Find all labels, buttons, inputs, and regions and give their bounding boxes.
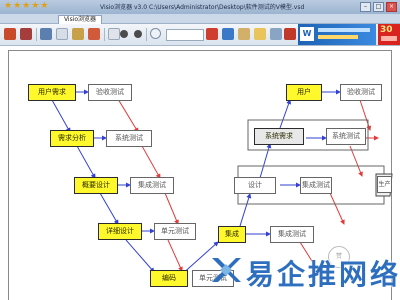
rating-stars: ★ ★ ★ ★ ★: [4, 2, 48, 11]
node-right-4[interactable]: 集成: [218, 226, 246, 243]
print-icon[interactable]: [20, 28, 32, 40]
ad-logo: W: [300, 27, 314, 41]
star-icon: ★: [31, 1, 40, 11]
node-test-left-1[interactable]: 验收测试: [88, 84, 132, 101]
tab-document[interactable]: Visio浏览器: [58, 15, 102, 24]
ad-text-line: [318, 28, 370, 32]
maximize-button[interactable]: □: [373, 2, 384, 12]
find-next-icon[interactable]: [206, 28, 218, 40]
ad-banner[interactable]: W: [298, 24, 376, 45]
ad-badge[interactable]: 30: [378, 24, 400, 45]
window-controls: – □ ×: [360, 2, 397, 12]
node-right-stub[interactable]: 生产: [377, 176, 392, 193]
ad-badge-number: 30: [380, 25, 393, 35]
watermark: 易企推网络: [210, 246, 400, 296]
node-right-3[interactable]: 设计: [234, 177, 276, 194]
toolbar-separator: [146, 28, 147, 41]
fit-width-icon[interactable]: [88, 28, 100, 40]
node-left-1[interactable]: 用户需求: [28, 84, 76, 101]
node-left-2[interactable]: 需求分析: [50, 130, 94, 147]
star-icon: ★: [13, 1, 22, 11]
search-icon[interactable]: [150, 28, 161, 39]
node-test-right-2[interactable]: 系统测试: [326, 128, 366, 145]
ad-text-line: [318, 35, 358, 39]
node-left-4[interactable]: 详细设计: [98, 223, 142, 240]
node-test-right-1[interactable]: 验收测试: [340, 84, 382, 101]
page-setup-icon[interactable]: [56, 28, 68, 40]
page-view-icon[interactable]: [254, 28, 266, 40]
close-button[interactable]: ×: [386, 2, 397, 12]
thumbnail-icon[interactable]: [270, 28, 282, 40]
node-test-right-4[interactable]: 集成测试: [270, 226, 314, 243]
app-window: ★ ★ ★ ★ ★ Visio浏览器 v3.0 C:\Users\Adminis…: [0, 0, 400, 300]
toolbar-separator: [36, 28, 37, 41]
minimize-button[interactable]: –: [360, 2, 371, 12]
node-test-left-4[interactable]: 单元测试: [154, 223, 196, 240]
node-right-1[interactable]: 用户: [286, 84, 322, 101]
star-icon: ★: [22, 1, 31, 11]
title-bar: ★ ★ ★ ★ ★ Visio浏览器 v3.0 C:\Users\Adminis…: [0, 0, 400, 15]
watermark-text: 易企推网络: [246, 258, 400, 291]
node-test-left-3[interactable]: 集成测试: [130, 177, 174, 194]
open-icon[interactable]: [4, 28, 16, 40]
prev-page-icon[interactable]: [120, 30, 128, 38]
node-left-3[interactable]: 概要设计: [74, 177, 118, 194]
star-icon: ★: [40, 1, 49, 11]
ad-badge-text: [381, 36, 397, 41]
node-test-right-3[interactable]: 集成测试: [300, 177, 332, 194]
window-title: Visio浏览器 v3.0 C:\Users\Administrator\Des…: [100, 4, 305, 11]
zoom-icon[interactable]: [238, 28, 250, 40]
search-input[interactable]: [166, 29, 204, 41]
fit-page-icon[interactable]: [72, 28, 84, 40]
save-icon[interactable]: [40, 28, 52, 40]
tab-bar: Visio浏览器: [0, 14, 400, 24]
toolbar-separator: [104, 28, 105, 41]
node-test-left-2[interactable]: 系统测试: [106, 130, 152, 147]
node-left-5[interactable]: 编码: [150, 270, 188, 287]
first-page-icon[interactable]: [108, 28, 120, 40]
find-prev-icon[interactable]: [222, 28, 234, 40]
watermark-logo-icon: [212, 258, 241, 282]
star-icon: ★: [4, 1, 13, 11]
node-right-2[interactable]: 系统需求: [254, 128, 304, 145]
info-icon[interactable]: [284, 28, 296, 40]
next-page-icon[interactable]: [134, 30, 142, 38]
